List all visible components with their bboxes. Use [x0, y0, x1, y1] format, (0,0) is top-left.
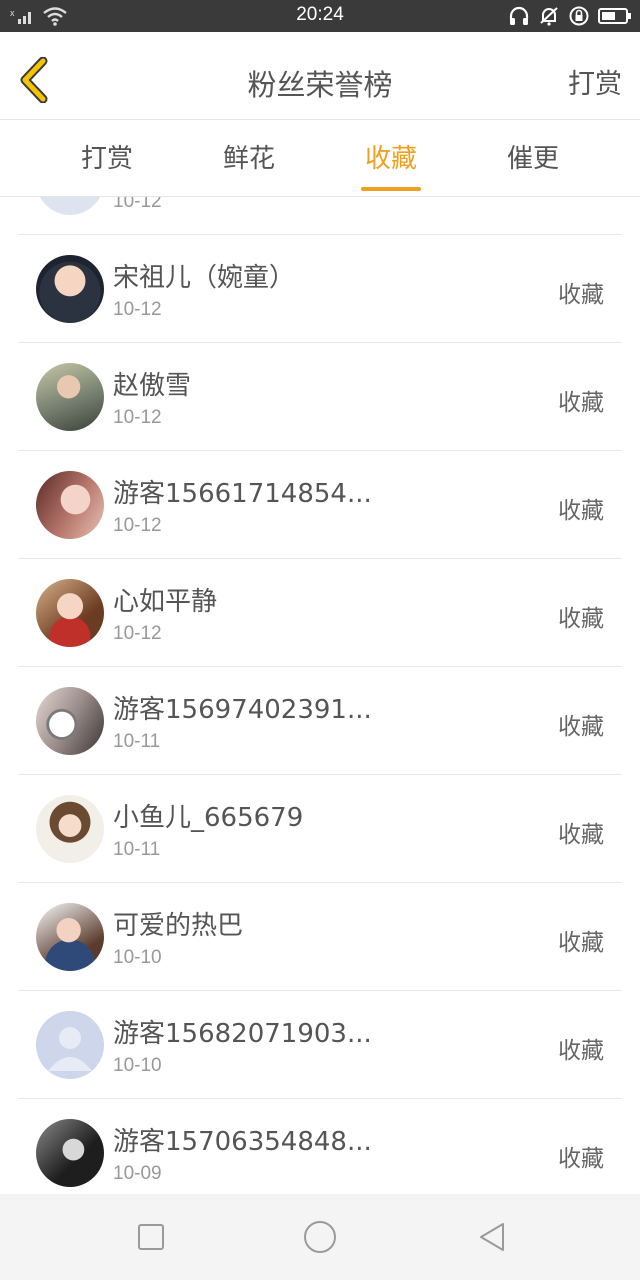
list-item-action[interactable]: 收藏 — [558, 599, 604, 633]
avatar — [36, 197, 104, 215]
avatar — [36, 687, 104, 755]
list-item-date: 10-11 — [113, 731, 161, 752]
tab-urge-update[interactable]: 催更 — [473, 121, 593, 197]
battery-icon — [598, 8, 631, 24]
list-item-name: 游客15706354848... — [113, 1127, 372, 1157]
avatar — [36, 363, 104, 431]
list-item-action[interactable]: 收藏 — [558, 923, 604, 957]
list-item-action[interactable]: 收藏 — [558, 275, 604, 309]
avatar — [36, 795, 104, 863]
status-bar: x 20:24 — [0, 0, 640, 32]
mute-bell-icon — [540, 7, 558, 26]
default-avatar-icon — [36, 1011, 104, 1079]
list-item[interactable]: 游客15697402391... 10-11 收藏 — [18, 667, 622, 775]
header-bar: 粉丝荣誉榜 打赏 — [0, 32, 640, 120]
list-item-action[interactable]: 收藏 — [558, 1139, 604, 1173]
list-item-date: 10-12 — [113, 515, 162, 536]
triangle-back-icon — [480, 1223, 504, 1251]
list-item-date: 10-12 — [113, 407, 162, 428]
list-item-name: 小鱼儿_665679 — [113, 803, 304, 833]
tab-favorites[interactable]: 收藏 — [331, 121, 451, 197]
avatar — [36, 903, 104, 971]
back-nav-button[interactable] — [474, 1219, 510, 1255]
avatar — [36, 1119, 104, 1187]
list-item-action[interactable]: 收藏 — [558, 707, 604, 741]
fan-list[interactable]: 10-12 宋祖儿（婉童） 10-12 收藏 赵傲雪 10-12 收藏 游客15… — [0, 197, 640, 1194]
list-item-date: 10-12 — [113, 197, 162, 212]
list-item-date: 10-10 — [113, 947, 162, 968]
list-item-date: 10-11 — [113, 839, 161, 860]
list-item-name: 赵傲雪 — [113, 371, 192, 401]
tab-bar: 打赏 鲜花 收藏 催更 — [0, 121, 640, 197]
list-item[interactable]: 赵傲雪 10-12 收藏 — [18, 343, 622, 451]
list-item-action[interactable]: 收藏 — [558, 383, 604, 417]
list-item-date: 10-12 — [113, 623, 162, 644]
tab-reward[interactable]: 打赏 — [47, 121, 167, 197]
status-right-icons — [508, 5, 632, 27]
list-item-name: 宋祖儿（婉童） — [113, 263, 296, 293]
home-button[interactable] — [302, 1219, 338, 1255]
list-item-name: 可爱的热巴 — [113, 911, 244, 941]
list-item[interactable]: 游客15661714854... 10-12 收藏 — [18, 451, 622, 559]
avatar — [36, 255, 104, 323]
list-item-name: 游客15697402391... — [113, 695, 372, 725]
square-icon — [138, 1224, 164, 1250]
list-item[interactable]: 10-12 — [18, 197, 622, 235]
list-item-date: 10-10 — [113, 1055, 162, 1076]
list-item-date: 10-12 — [113, 299, 162, 320]
list-item[interactable]: 游客15682071903... 10-10 收藏 — [18, 991, 622, 1099]
tab-flowers[interactable]: 鲜花 — [189, 121, 309, 197]
avatar — [36, 471, 104, 539]
headphones-icon — [509, 6, 529, 25]
list-item[interactable]: 游客15706354848... 10-09 收藏 — [18, 1099, 622, 1194]
avatar — [36, 579, 104, 647]
list-item[interactable]: 可爱的热巴 10-10 收藏 — [18, 883, 622, 991]
list-item[interactable]: 小鱼儿_665679 10-11 收藏 — [18, 775, 622, 883]
rotation-lock-icon — [569, 6, 589, 26]
circle-icon — [304, 1221, 336, 1253]
active-tab-indicator — [361, 187, 421, 191]
list-item[interactable]: 宋祖儿（婉童） 10-12 收藏 — [18, 235, 622, 343]
list-item-action[interactable]: 收藏 — [558, 1031, 604, 1065]
list-item-date: 10-09 — [113, 1163, 162, 1184]
list-item-name: 心如平静 — [113, 587, 218, 617]
list-item[interactable]: 心如平静 10-12 收藏 — [18, 559, 622, 667]
list-item-name: 游客15682071903... — [113, 1019, 372, 1049]
system-nav-bar — [0, 1194, 640, 1280]
list-item-action[interactable]: 收藏 — [558, 815, 604, 849]
recent-apps-button[interactable] — [133, 1219, 169, 1255]
page-title: 粉丝荣誉榜 — [247, 68, 393, 102]
list-item-action[interactable]: 收藏 — [558, 491, 604, 525]
list-item-name: 游客15661714854... — [113, 479, 372, 509]
reward-button[interactable]: 打赏 — [568, 62, 622, 101]
